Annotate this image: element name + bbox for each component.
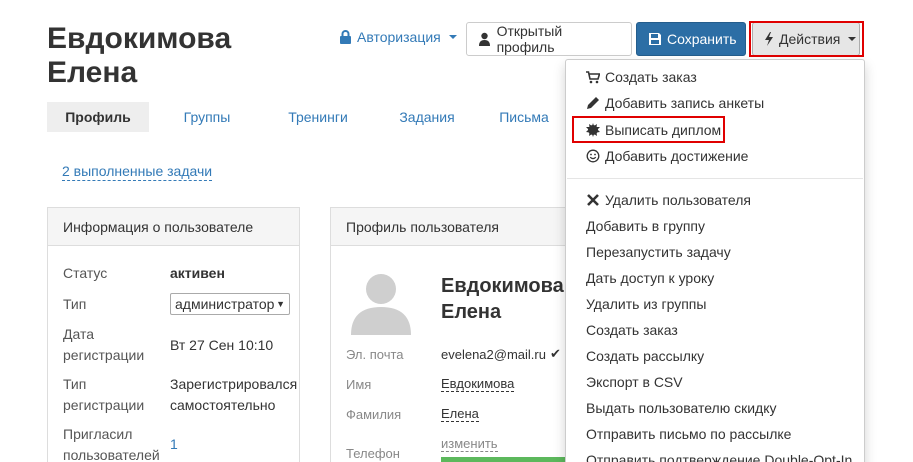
user-profile-heading: Профиль пользователя [331,208,570,246]
lock-icon [338,30,352,44]
menu-item-add-to-group[interactable]: Добавить в группу [586,216,705,236]
smile-icon [586,149,600,163]
highlight-frame-diploma [572,116,725,143]
tab-letters[interactable]: Письма [483,102,565,132]
phone-status-bar [441,457,571,462]
tab-trainings[interactable]: Тренинги [265,102,371,132]
floppy-disk-icon [648,32,662,46]
menu-item-label: Создать заказ [605,69,697,85]
open-profile-label: Открытый профиль [496,23,563,55]
email-row: evelena2@mail.ru ✔ [441,346,561,362]
menu-item-send-mailing-letter[interactable]: Отправить письмо по рассылке [586,424,791,444]
authorization-dropdown[interactable]: Авторизация [338,29,457,45]
profile-name: Евдокимова Елена [441,275,564,323]
regtype-label-line2: регистрации [63,397,145,413]
invited-count-link[interactable]: 1 [170,434,178,455]
tab-groups[interactable]: Группы [149,102,265,132]
menu-item-label: Добавить достижение [605,148,749,164]
select-arrow-icon: ▼ [276,299,285,309]
invited-label-line1: Пригласил [63,426,133,442]
phone-label: Телефон [346,446,400,461]
regdate-label-line2: регистрации [63,347,145,363]
menu-item-delete-user[interactable]: Удалить пользователя [586,190,751,210]
phone-change-link[interactable]: изменить [441,436,498,452]
email-value: evelena2@mail.ru [441,346,546,362]
last-name-label: Фамилия [346,407,402,422]
regtype-value-line1: Зарегистрировался [170,376,298,392]
highlight-frame-actions [749,21,864,57]
menu-item-label: Удалить пользователя [605,192,751,208]
check-icon: ✔ [549,346,561,361]
first-name-label: Имя [346,377,372,392]
menu-item-add-achievement[interactable]: Добавить достижение [586,146,748,166]
menu-item-send-double-opt-in[interactable]: Отправить подтверждение Double-Opt-In [586,450,852,462]
regtype-value-line2: самостоятельно [170,397,276,413]
avatar [346,265,416,335]
menu-item-create-order[interactable]: Создать заказ [586,67,697,87]
profile-tabs: Профиль Группы Тренинги Задания Письма [47,102,565,132]
email-label: Эл. почта [346,347,404,362]
menu-divider [567,178,863,179]
regdate-value: Вт 27 Сен 10:10 [170,337,274,353]
menu-item-create-order-2[interactable]: Создать заказ [586,320,678,340]
menu-item-create-mailing[interactable]: Создать рассылку [586,346,704,366]
menu-item-remove-from-group[interactable]: Удалить из группы [586,294,706,314]
menu-item-give-discount[interactable]: Выдать пользователю скидку [586,398,777,418]
times-icon [586,193,600,207]
page-title: Евдокимова Елена [47,22,232,89]
status-label: Статус [63,265,108,281]
regdate-label-line1: Дата [63,326,95,342]
chevron-down-icon [448,35,457,39]
save-label: Сохранить [667,31,737,47]
menu-item-restart-task[interactable]: Перезапустить задачу [586,242,731,262]
user-type-select[interactable]: администратор ▼ [170,293,290,315]
first-name-value[interactable]: Евдокимова [441,376,515,392]
type-label: Тип [63,296,87,312]
menu-item-label: Добавить запись анкеты [605,95,765,111]
tab-profile[interactable]: Профиль [47,102,149,132]
user-info-heading: Информация о пользователе [48,208,299,246]
user-info-panel: Информация о пользователе Статус активен… [47,207,300,462]
status-value: активен [170,265,225,281]
completed-tasks-link[interactable]: 2 выполненные задачи [62,163,213,181]
menu-item-export-csv[interactable]: Экспорт в CSV [586,372,683,392]
user-type-value: администратор [175,296,275,312]
user-icon [478,32,492,46]
menu-item-grant-lesson-access[interactable]: Дать доступ к уроку [586,268,714,288]
user-profile-panel: Профиль пользователя Евдокимова Елена Эл… [330,207,571,462]
open-profile-button[interactable]: Открытый профиль [466,22,632,56]
cart-icon [586,70,600,84]
invited-label-line2: пользователей [63,447,160,462]
authorization-label: Авторизация [357,29,441,45]
regtype-label-line1: Тип [63,376,87,392]
tab-tasks[interactable]: Задания [371,102,483,132]
pencil-icon [586,96,600,110]
last-name-value[interactable]: Елена [441,406,479,422]
save-button[interactable]: Сохранить [636,22,746,56]
menu-item-add-form-record[interactable]: Добавить запись анкеты [586,93,764,113]
